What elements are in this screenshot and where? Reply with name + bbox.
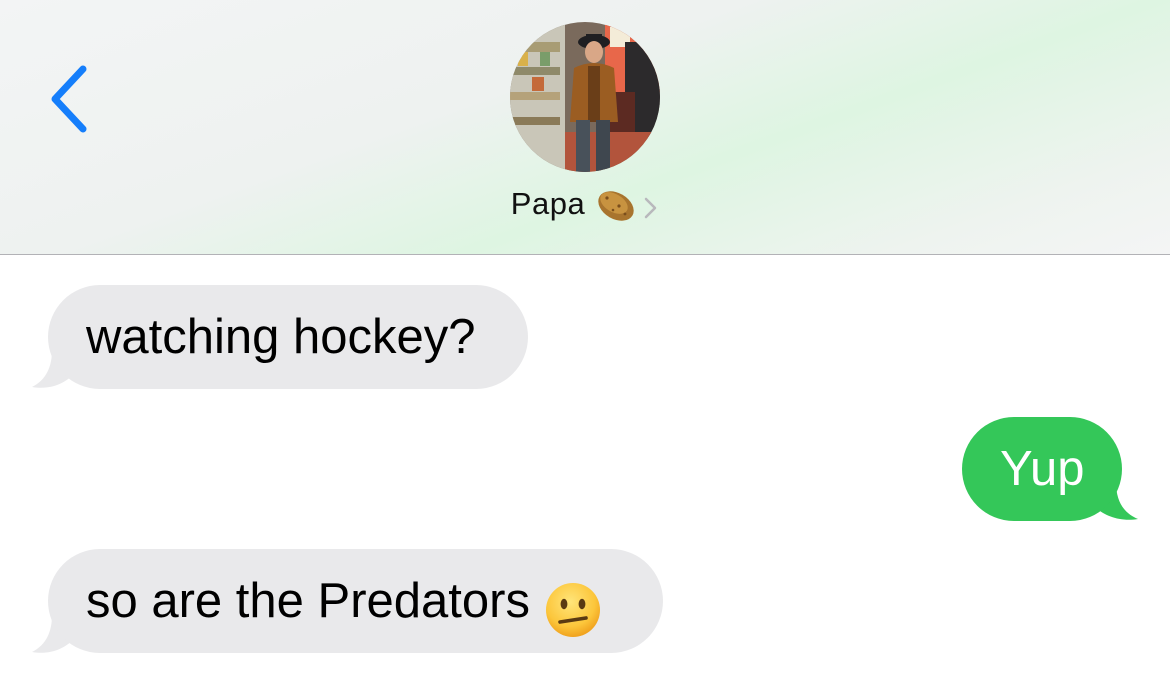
- contact-name-row[interactable]: Papa: [0, 186, 1170, 226]
- conversation-header: Papa: [0, 0, 1170, 255]
- back-button[interactable]: [40, 60, 100, 140]
- chevron-right-icon: [643, 193, 659, 219]
- message-text: watching hockey?: [86, 310, 476, 364]
- avatar-photo: [510, 22, 660, 172]
- message-bubble-incoming[interactable]: watching hockey?: [48, 285, 528, 389]
- message-bubble-incoming[interactable]: so are the Predators: [48, 549, 663, 653]
- message-text: Yup: [1000, 442, 1085, 496]
- chevron-left-icon: [51, 65, 87, 133]
- contact-name: Papa: [510, 186, 586, 222]
- contact-avatar[interactable]: [510, 22, 660, 172]
- message-bubble-outgoing[interactable]: Yup: [962, 417, 1122, 521]
- neutral-face-icon: [544, 571, 602, 638]
- message-text: so are the Predators: [86, 574, 530, 628]
- potato-icon: [595, 186, 637, 226]
